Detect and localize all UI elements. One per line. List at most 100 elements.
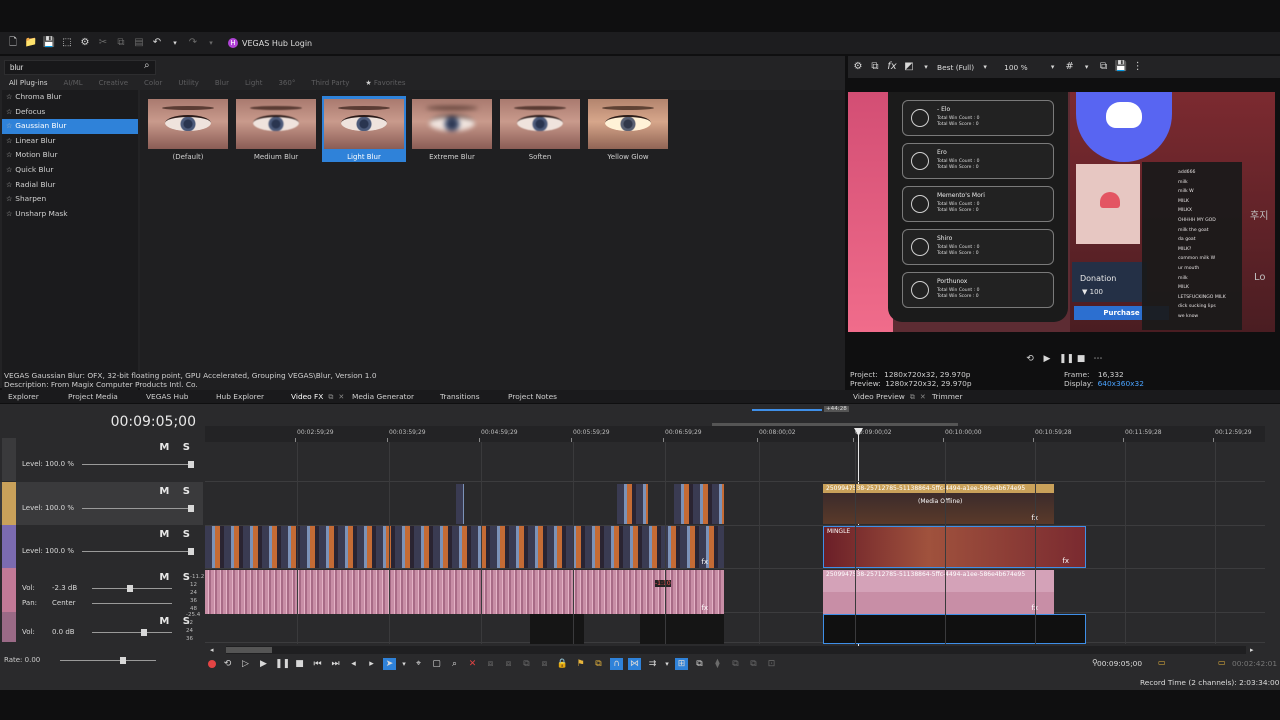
ignore-grouping-icon[interactable]: ⧉ xyxy=(693,658,706,670)
tab-explorer[interactable]: Explorer xyxy=(8,390,39,403)
tab-vegas-hub[interactable]: VEGAS Hub xyxy=(146,390,188,403)
preset-thumbnail[interactable]: Medium Blur xyxy=(234,96,318,162)
volume-slider-knob[interactable] xyxy=(127,585,133,592)
track-header-4[interactable]: M S Vol: -2.3 dB Pan: Center xyxy=(0,568,203,612)
tab-trimmer[interactable]: Trimmer xyxy=(932,390,963,403)
play-icon[interactable]: ▶ xyxy=(1042,353,1052,365)
overlays-dropdown-icon[interactable]: ▾ xyxy=(1081,61,1093,73)
audio-event-dark[interactable] xyxy=(640,614,724,644)
favorite-star-icon[interactable]: ☆ xyxy=(6,93,12,101)
split-screen-icon[interactable]: ◩ xyxy=(903,61,915,73)
ripple-icon[interactable]: ⧈ xyxy=(538,658,551,670)
event-fx-icon[interactable]: fx xyxy=(701,558,708,566)
preset-thumbnail[interactable]: Extreme Blur xyxy=(410,96,494,162)
zoom-tool-icon[interactable]: ⌕ xyxy=(448,658,461,670)
redo-dropdown-icon[interactable]: ▾ xyxy=(204,37,218,49)
preview-zoom-select[interactable]: 100 % xyxy=(1004,63,1027,72)
record-icon[interactable] xyxy=(208,660,216,668)
favorite-star-icon[interactable]: ☆ xyxy=(6,181,12,189)
mingle-video-event[interactable]: MINGLE fx xyxy=(823,526,1086,568)
video-event[interactable] xyxy=(456,484,464,524)
favorite-star-icon[interactable]: ☆ xyxy=(6,195,12,203)
loop-icon[interactable]: ⟲ xyxy=(1025,353,1035,365)
copy-icon[interactable]: ⧉ xyxy=(114,37,128,49)
mute-solo-buttons[interactable]: M S xyxy=(159,442,195,453)
cut-icon[interactable]: ✂ xyxy=(96,37,110,49)
tab-video-preview[interactable]: Video Preview ⧉ ✕ xyxy=(853,390,926,404)
save-snapshot-icon[interactable]: 💾 xyxy=(1115,61,1127,73)
plugin-item-linear-blur[interactable]: ☆ Linear Blur xyxy=(2,134,138,149)
track-header-2[interactable]: M S Level: 100.0 % xyxy=(0,482,203,525)
video-event-strip[interactable]: fx xyxy=(205,526,724,568)
filter-tab-ai-ml[interactable]: AI/ML xyxy=(55,77,90,90)
undock-icon[interactable]: ⧉ xyxy=(910,393,915,401)
ungroup-icon[interactable]: ⧉ xyxy=(747,658,760,670)
timeline-ruler[interactable]: 00:02:59;29 00:03:59;29 00:04:59;29 00:05:5… xyxy=(205,426,1265,442)
level-slider-knob[interactable] xyxy=(188,505,194,512)
plugin-item-gaussian-blur[interactable]: ☆ Gaussian Blur xyxy=(2,119,138,134)
favorite-star-icon[interactable]: ☆ xyxy=(6,151,12,159)
play-from-start-icon[interactable]: ▷ xyxy=(239,658,252,670)
pause-icon[interactable]: ❚❚ xyxy=(1059,353,1074,365)
audio-event[interactable]: 2509947538-25712785-51138864-5ffc-4494-a… xyxy=(823,570,1054,614)
track-header-3[interactable]: M S Level: 100.0 % xyxy=(0,525,203,568)
track-level-slider[interactable] xyxy=(82,508,192,509)
more-options-icon[interactable]: ⋮ xyxy=(1132,61,1144,73)
filter-tab-blur[interactable]: Blur xyxy=(206,77,236,90)
normal-edit-tool-icon[interactable]: ➤ xyxy=(383,658,396,670)
track-level-slider[interactable] xyxy=(82,551,192,552)
preview-settings-icon[interactable]: ⚙ xyxy=(852,61,864,73)
filter-tab-third-party[interactable]: Third Party xyxy=(302,77,356,90)
timeline-horizontal-scrollbar[interactable] xyxy=(226,646,1246,654)
video-event[interactable] xyxy=(617,484,648,524)
new-project-icon[interactable]: 🗋 xyxy=(6,37,20,49)
filter-tab-creative[interactable]: Creative xyxy=(90,77,135,90)
rate-slider[interactable] xyxy=(60,660,156,661)
favorite-star-icon[interactable]: ☆ xyxy=(6,210,12,218)
nest-icon[interactable]: ⊡ xyxy=(765,658,778,670)
timeline-stop-icon[interactable]: ■ xyxy=(293,658,306,670)
preset-thumbnail[interactable]: Light Blur xyxy=(322,96,406,162)
more-icon[interactable]: ⋯ xyxy=(1093,353,1103,365)
level-slider-knob[interactable] xyxy=(188,548,194,555)
trim-start-icon[interactable]: ⧈ xyxy=(484,658,497,670)
search-icon[interactable]: ⌕ xyxy=(144,60,150,72)
save-icon[interactable]: 💾 xyxy=(42,37,56,49)
track-pan-slider[interactable] xyxy=(92,603,172,604)
split-icon[interactable]: ⧉ xyxy=(520,658,533,670)
paste-icon[interactable]: ▤ xyxy=(132,37,146,49)
plugin-item-unsharp-mask[interactable]: ☆ Unsharp Mask xyxy=(2,207,138,222)
filter-tab-all-plug-ins[interactable]: All Plug-ins xyxy=(0,77,55,90)
quality-dropdown-icon[interactable]: ▾ xyxy=(979,61,991,73)
track-volume-slider[interactable] xyxy=(92,632,172,633)
tab-media-generator[interactable]: Media Generator xyxy=(352,390,414,403)
video-preview-frame[interactable]: - Elo Total Win Count : 0 Total Win Score… xyxy=(848,92,1275,332)
track-header-5[interactable]: M S Vol: 0.0 dB xyxy=(0,612,203,642)
tab-video-fx[interactable]: Video FX ⧉ ✕ xyxy=(291,390,344,404)
overlays-grid-icon[interactable]: # xyxy=(1064,61,1076,73)
filter-tab-360-[interactable]: 360° xyxy=(269,77,302,90)
favorite-star-icon[interactable]: ☆ xyxy=(6,137,12,145)
event-fx-icon[interactable]: fx xyxy=(1062,557,1069,565)
plugin-item-sharpen[interactable]: ☆ Sharpen xyxy=(2,192,138,207)
audio-event-dark[interactable] xyxy=(530,614,584,644)
volume-slider-knob[interactable] xyxy=(141,629,147,636)
go-to-start-icon[interactable]: ⏮ xyxy=(311,658,324,670)
edit-tool-dropdown-icon[interactable]: ▾ xyxy=(401,658,407,670)
filter-tab-utility[interactable]: Utility xyxy=(169,77,206,90)
timeline-pause-icon[interactable]: ❚❚ xyxy=(275,658,290,670)
auto-crossfade-icon[interactable]: ⋈ xyxy=(628,658,641,670)
rate-slider-knob[interactable] xyxy=(120,657,126,664)
preset-thumbnail[interactable]: (Default) xyxy=(146,96,230,162)
loop-playback-icon[interactable]: ⟲ xyxy=(221,658,234,670)
favorite-star-icon[interactable]: ☆ xyxy=(6,122,12,130)
undo-dropdown-icon[interactable]: ▾ xyxy=(168,37,182,49)
next-frame-icon[interactable]: ▸ xyxy=(365,658,378,670)
scroll-left-icon[interactable]: ◂ xyxy=(210,644,214,656)
filter-tab-color[interactable]: Color xyxy=(135,77,169,90)
selection-tool-icon[interactable]: ▢ xyxy=(430,658,443,670)
plugin-item-quick-blur[interactable]: ☆ Quick Blur xyxy=(2,163,138,178)
lock-icon[interactable]: 🔒 xyxy=(556,658,569,670)
redo-icon[interactable]: ↷ xyxy=(186,37,200,49)
favorite-star-icon[interactable]: ☆ xyxy=(6,166,12,174)
